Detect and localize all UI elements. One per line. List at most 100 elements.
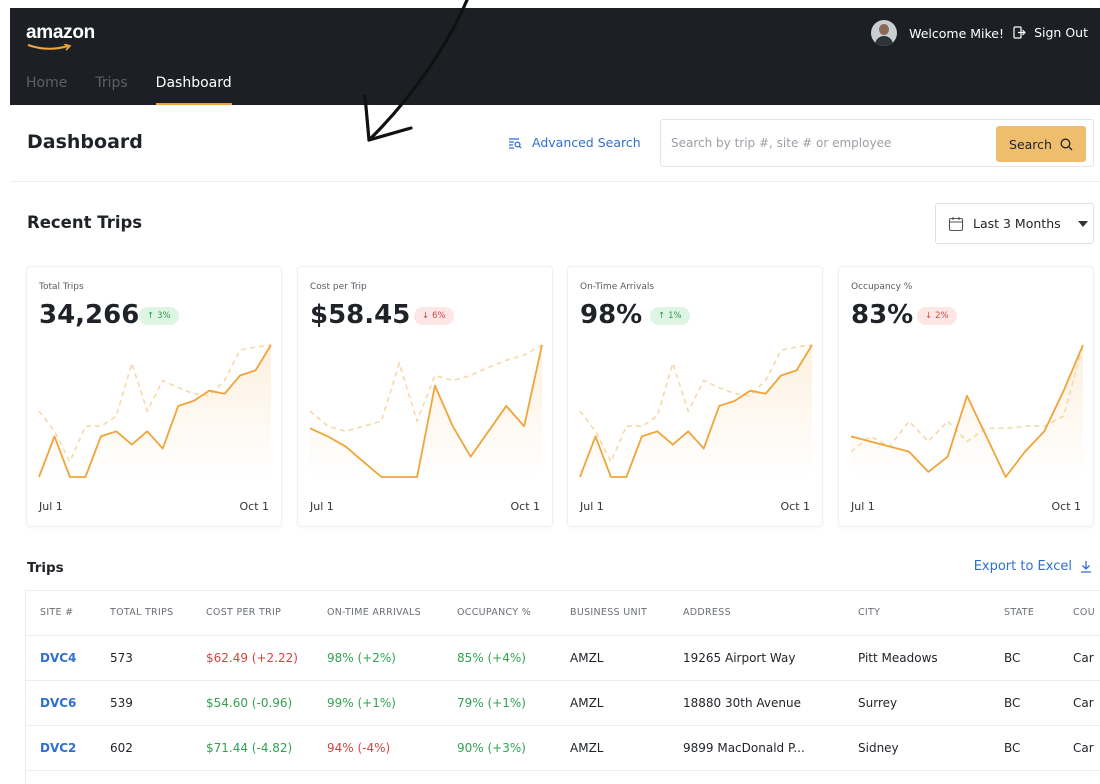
cell-cost: $71.44 (-4.82) [192,725,313,771]
x-start-label: Jul 1 [39,500,63,513]
site-link[interactable]: DVC4 [26,635,96,681]
arrow-up-icon: ↑ [658,311,666,321]
sign-out-icon [1013,26,1026,39]
table-row[interactable]: DVC4 573 $62.49 (+2.22) 98% (+2%) 85% (+… [26,635,1100,681]
cell-total: 539 [96,680,192,726]
col-site[interactable]: SITE # [26,591,96,636]
sign-out-button[interactable]: Sign Out [1013,25,1088,40]
col-on-time-arrivals[interactable]: ON-TIME ARRIVALS [313,591,443,636]
smile-arrow-icon [27,44,72,51]
arrow-down-icon: ↓ [925,311,933,321]
top-navbar: amazon Home Trips Dashboard Welcome Mike… [10,8,1100,105]
cell-country: Car [1059,680,1100,726]
search-input[interactable] [671,132,991,154]
cell-city: Sidney [844,725,990,771]
change-value: 1% [668,311,682,321]
series-area [39,345,271,477]
table-row[interactable]: DVC6 539 $54.60 (-0.96) 99% (+1%) 79% (+… [26,680,1100,726]
table-row[interactable]: DVC2 602 $71.44 (-4.82) 94% (-4%) 90% (+… [26,725,1100,771]
cell-ontime: 94% (-4%) [313,725,443,771]
cell-state: BC [990,725,1059,771]
cell-city: Surrey [844,680,990,726]
cell-state: BC [990,635,1059,681]
x-end-label: Oct 1 [239,500,269,513]
cell-unit: AMZL [556,725,669,771]
nav-dashboard[interactable]: Dashboard [155,75,232,105]
card-label: On-Time Arrivals [580,282,655,292]
search-bar: Search [660,119,1094,167]
sparkline-chart [38,344,272,478]
avatar[interactable] [871,20,898,46]
export-to-excel-link[interactable]: Export to Excel [974,559,1092,574]
cell-ontime: 98% (+2%) [313,635,443,681]
sign-out-label: Sign Out [1034,25,1088,40]
cell-total: 573 [96,635,192,681]
col-cost-per-trip[interactable]: COST PER TRIP [192,591,313,636]
col-address[interactable]: ADDRESS [669,591,844,636]
x-start-label: Jul 1 [310,500,334,513]
col-business-unit[interactable]: BUSINESS UNIT [556,591,669,636]
change-badge: ↑ 1% [650,307,690,325]
metric-card-total-trips[interactable]: Total Trips 34,266 ↑ 3% Jul 1 Oct 1 [26,266,282,527]
date-range-dropdown[interactable]: Last 3 Months [935,203,1094,244]
cell-ontime: 99% (+1%) [313,680,443,726]
change-badge: ↑ 3% [139,307,179,325]
sparkline-chart [309,344,543,478]
card-value: 34,266 [39,300,140,330]
x-end-label: Oct 1 [510,500,540,513]
sparkline-chart [579,344,813,478]
cell-total: 602 [96,725,192,771]
card-value: 83% [851,300,914,330]
header-divider [10,181,1100,182]
col-total-trips[interactable]: TOTAL TRIPS [96,591,192,636]
advanced-search-label: Advanced Search [532,135,641,150]
col-occupancy[interactable]: OCCUPANCY % [443,591,556,636]
metric-card-occupancy[interactable]: Occupancy % 83% ↓ 2% Jul 1 Oct 1 [838,266,1094,527]
arrow-down-icon: ↓ [422,311,430,321]
col-city[interactable]: CITY [844,591,990,636]
search-button[interactable]: Search [996,126,1086,162]
user-menu[interactable]: Welcome Mike! [871,20,1004,46]
trips-table-title: Trips [27,560,64,576]
site-link[interactable]: DVC2 [26,725,96,771]
cell-cost: $62.49 (+2.22) [192,635,313,681]
search-button-label: Search [1009,136,1052,152]
cell-unit: AMZL [556,680,669,726]
cell-cost: $54.60 (-0.96) [192,680,313,726]
nav-trips[interactable]: Trips [95,75,127,105]
metric-card-on-time-arrivals[interactable]: On-Time Arrivals 98% ↑ 1% Jul 1 Oct 1 [567,266,823,527]
metric-card-cost-per-trip[interactable]: Cost per Trip $58.45 ↓ 6% Jul 1 Oct 1 [297,266,553,527]
download-icon [1081,561,1091,573]
cell-address: 18880 30th Avenue [669,680,844,726]
card-value: 98% [580,300,643,330]
export-label: Export to Excel [973,559,1072,574]
table-row[interactable] [26,770,1100,784]
col-country[interactable]: COU [1059,591,1100,636]
card-label: Occupancy % [851,282,913,292]
trips-table-container[interactable]: SITE # TOTAL TRIPS COST PER TRIP ON-TIME… [25,590,1100,784]
calendar-icon [948,216,964,231]
x-end-label: Oct 1 [780,500,810,513]
change-value: 3% [157,311,171,321]
date-range-value: Last 3 Months [973,216,1061,231]
change-value: 6% [432,311,446,321]
card-value: $58.45 [310,300,411,330]
page-title: Dashboard [27,131,143,153]
nav-home[interactable]: Home [26,75,67,105]
arrow-up-icon: ↑ [147,311,155,321]
x-end-label: Oct 1 [1051,500,1081,513]
series-area [580,345,812,477]
cell-address: 9899 MacDonald P... [669,725,844,771]
cell-state: BC [990,680,1059,726]
x-start-label: Jul 1 [851,500,875,513]
main-nav: Home Trips Dashboard [26,75,232,105]
cell-city: Pitt Meadows [844,635,990,681]
cell-country: Car [1059,635,1100,681]
x-start-label: Jul 1 [580,500,604,513]
advanced-search-link[interactable]: Advanced Search [508,135,641,150]
cell-occupancy: 85% (+4%) [443,635,556,681]
col-state[interactable]: STATE [990,591,1059,636]
amazon-logo[interactable]: amazon [26,22,95,51]
site-link[interactable]: DVC6 [26,680,96,726]
search-icon [1060,138,1073,150]
